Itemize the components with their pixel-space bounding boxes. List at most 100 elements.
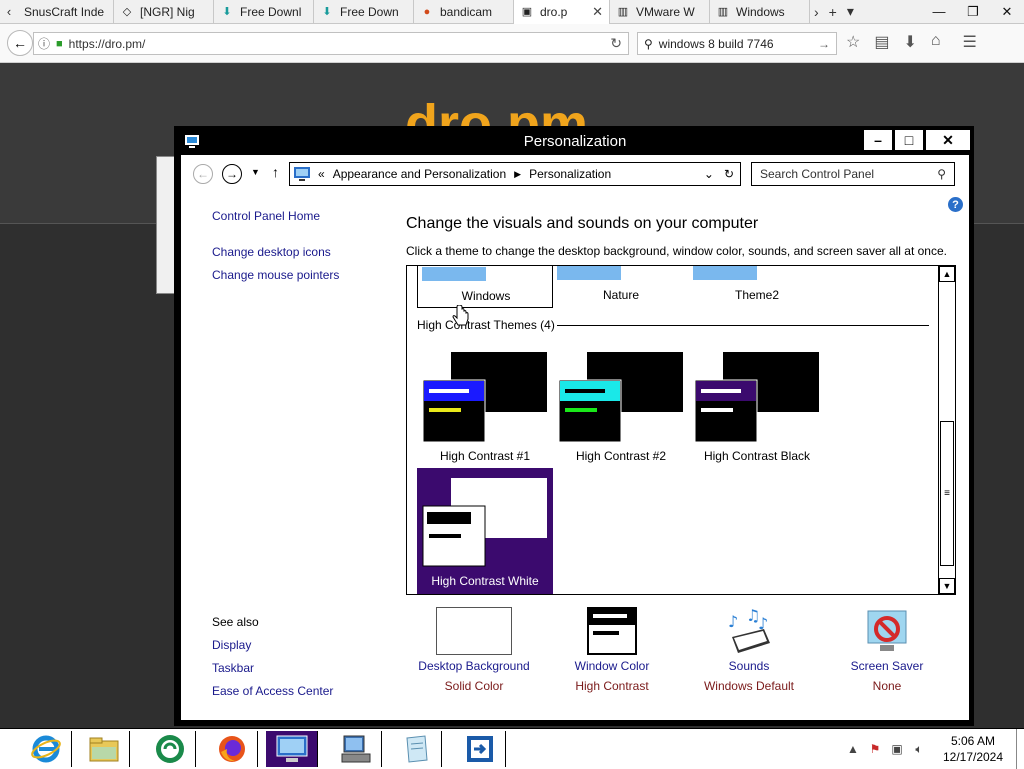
browser-search-input[interactable]: ⚲ windows 8 build 7746 → xyxy=(637,32,837,55)
network-computer-icon[interactable] xyxy=(330,731,382,767)
maximize-button[interactable]: □ xyxy=(894,129,924,151)
download-icon: ⬇ xyxy=(222,6,232,18)
theme-list-scrollbar[interactable]: ▲ ≡ ▼ xyxy=(938,266,955,594)
setting-title[interactable]: Sounds xyxy=(684,659,814,673)
notepad-icon[interactable] xyxy=(390,731,442,767)
theme-preview xyxy=(694,352,819,443)
personalization-window: Personalization – □ ✕ ← → ▼ ↑ « Appearan… xyxy=(174,126,974,726)
volume-icon[interactable]: 🔈︎ xyxy=(908,742,930,757)
firefox-icon[interactable] xyxy=(206,731,258,767)
help-icon[interactable]: ? xyxy=(948,197,963,212)
info-icon[interactable]: ⓘ xyxy=(38,35,50,52)
forward-button[interactable]: → xyxy=(222,164,242,184)
close-icon[interactable]: ✕ xyxy=(990,0,1024,24)
breadcrumb-personalization[interactable]: Personalization xyxy=(529,167,611,181)
tab-list-icon[interactable]: ▾ xyxy=(847,3,854,20)
browser-tab[interactable]: ⬇ Free Down xyxy=(314,0,414,24)
back-button[interactable]: ← xyxy=(193,164,213,184)
tab-scroll-left-icon[interactable]: ‹ xyxy=(0,0,18,24)
breadcrumb-separator-icon[interactable]: ▶ xyxy=(514,169,521,180)
up-arrow-icon[interactable]: ↑ xyxy=(272,164,279,180)
bookmark-star-icon[interactable]: ☆ xyxy=(846,32,860,52)
browser-tab-active[interactable]: ▣ dro.p ✕ xyxy=(514,0,610,24)
theme-list[interactable]: Windows Nature Theme2 High Contrast Them… xyxy=(406,265,956,595)
scroll-down-icon[interactable]: ▼ xyxy=(939,578,955,594)
tab-label: bandicam xyxy=(440,4,493,19)
change-desktop-icons-link[interactable]: Change desktop icons xyxy=(212,245,331,259)
high-contrast-group-label: High Contrast Themes (4) xyxy=(417,318,561,332)
url-bar[interactable]: ⓘ ■ https://dro.pm/ ↻ xyxy=(33,32,629,55)
theme-theme2[interactable]: Theme2 xyxy=(689,266,825,308)
home-icon[interactable]: ⌂ xyxy=(931,32,941,52)
internet-explorer-icon[interactable] xyxy=(20,731,72,767)
clock[interactable]: 5:06 AM 12/17/2024 xyxy=(930,733,1016,765)
address-prefix[interactable]: « xyxy=(318,167,325,181)
show-desktop-button[interactable] xyxy=(1016,729,1024,769)
svg-text:♪: ♪ xyxy=(728,612,738,631)
search-icon[interactable]: ⚲ xyxy=(937,167,946,181)
browser-tab[interactable]: SnusCraft Inde xyxy=(18,0,114,24)
desktop-background-setting[interactable]: Desktop Background Solid Color xyxy=(409,607,539,693)
browser-tab[interactable]: ⬇ Free Downl xyxy=(214,0,314,24)
setting-value: None xyxy=(872,679,902,693)
theme-label: Nature xyxy=(602,288,640,302)
action-center-flag-icon[interactable]: ⚑ xyxy=(864,742,886,756)
file-explorer-icon[interactable] xyxy=(78,731,130,767)
restore-icon[interactable]: ❐ xyxy=(956,0,990,24)
setting-title[interactable]: Window Color xyxy=(547,659,677,673)
address-bar[interactable]: « Appearance and Personalization ▶ Perso… xyxy=(289,162,741,186)
screen-saver-setting[interactable]: Screen Saver None xyxy=(822,607,952,693)
theme-high-contrast-black[interactable]: High Contrast Black xyxy=(689,346,825,472)
browser-tab[interactable]: ▥ VMware W xyxy=(610,0,710,24)
tab-label: Windows xyxy=(736,4,785,19)
browser-tab[interactable]: ● bandicam xyxy=(414,0,514,24)
control-panel-taskbar-icon[interactable] xyxy=(266,731,318,767)
setting-title[interactable]: Screen Saver xyxy=(822,659,952,673)
theme-high-contrast-white[interactable]: High Contrast White xyxy=(417,468,553,594)
recent-pages-dropdown-icon[interactable]: ▼ xyxy=(251,167,260,177)
bandicam-icon: ● xyxy=(423,5,431,18)
theme-high-contrast-1[interactable]: High Contrast #1 xyxy=(417,346,553,472)
reading-list-icon[interactable]: ▤ xyxy=(874,32,889,52)
download-arrow-icon[interactable]: ⬇ xyxy=(903,32,916,52)
search-go-icon[interactable]: → xyxy=(818,37,830,51)
refresh-icon[interactable]: ↻ xyxy=(724,167,734,181)
display-link[interactable]: Display xyxy=(212,638,251,652)
search-control-panel-input[interactable]: Search Control Panel ⚲ xyxy=(751,162,955,186)
control-panel-home-link[interactable]: Control Panel Home xyxy=(212,209,320,223)
taskbar-link[interactable]: Taskbar xyxy=(212,661,254,675)
tab-scroll-right-icon[interactable]: › xyxy=(814,4,819,20)
breadcrumb-appearance[interactable]: Appearance and Personalization xyxy=(333,167,506,181)
theme-high-contrast-2[interactable]: High Contrast #2 xyxy=(553,346,689,472)
scroll-thumb[interactable]: ≡ xyxy=(940,421,954,566)
tab-label: VMware W xyxy=(636,4,695,19)
address-dropdown-icon[interactable]: ⌄ xyxy=(704,167,714,181)
change-mouse-pointers-link[interactable]: Change mouse pointers xyxy=(212,268,339,282)
close-tab-icon[interactable]: ✕ xyxy=(592,4,603,20)
minimize-button[interactable]: – xyxy=(863,129,893,151)
theme-windows[interactable]: Windows xyxy=(417,266,553,308)
new-tab-icon[interactable]: + xyxy=(829,4,837,20)
setting-title[interactable]: Desktop Background xyxy=(409,659,539,673)
theme-preview xyxy=(422,267,486,281)
window-title-bar[interactable]: Personalization – □ ✕ xyxy=(175,127,975,155)
reload-icon[interactable]: ↻ xyxy=(610,35,622,52)
app-circle-icon[interactable] xyxy=(144,731,196,767)
browser-tab[interactable]: ▥ Windows xyxy=(710,0,810,24)
sounds-setting[interactable]: ♪ ♫ ♪ Sounds Windows Default xyxy=(684,607,814,693)
theme-nature[interactable]: Nature xyxy=(553,266,689,308)
show-hidden-icons-icon[interactable]: ▲ xyxy=(842,742,864,756)
scroll-up-icon[interactable]: ▲ xyxy=(939,266,955,282)
network-icon[interactable]: ▣ xyxy=(886,742,908,756)
remote-desktop-icon[interactable] xyxy=(454,731,506,767)
menu-icon[interactable]: ☰ xyxy=(963,32,977,52)
back-arrow-icon[interactable]: ← xyxy=(7,30,33,56)
url-text[interactable]: https://dro.pm/ xyxy=(69,37,146,51)
window-color-setting[interactable]: Window Color High Contrast xyxy=(547,607,677,693)
minimize-icon[interactable]: — xyxy=(922,0,956,24)
control-panel-icon xyxy=(294,167,310,181)
close-button[interactable]: ✕ xyxy=(925,129,971,151)
browser-tab[interactable]: ◇ [NGR] Nig xyxy=(114,0,214,24)
doc-icon: ▥ xyxy=(617,6,629,18)
ease-of-access-link[interactable]: Ease of Access Center xyxy=(212,684,333,698)
